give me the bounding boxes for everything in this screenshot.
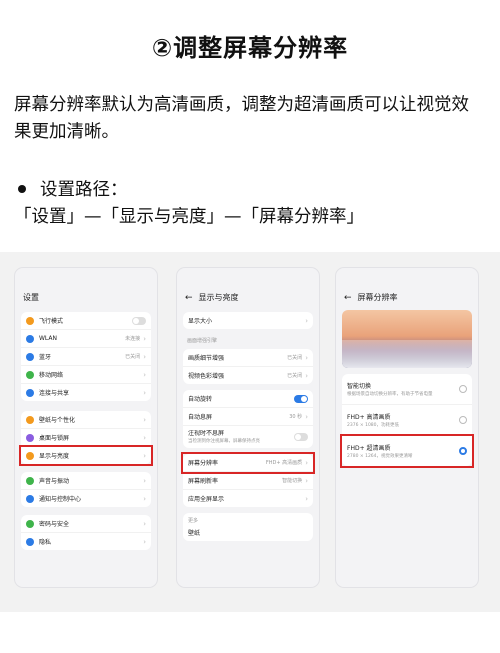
bluetooth-icon bbox=[26, 352, 34, 361]
settings-header: 设置 bbox=[23, 293, 39, 302]
chevron-right-icon: › bbox=[305, 476, 308, 485]
chevron-right-icon: › bbox=[143, 451, 146, 460]
airplane-toggle[interactable] bbox=[132, 316, 146, 325]
option-smart[interactable]: 智能切换 根据场景自动切换分辨率，有助于节省电量 bbox=[342, 374, 472, 405]
bullet-line: 设置路径： bbox=[14, 176, 128, 201]
mobile-network-icon bbox=[26, 370, 34, 379]
chevron-right-icon: › bbox=[143, 388, 146, 397]
auto-rotate-item[interactable]: 自动旋转 bbox=[183, 390, 313, 408]
resolution-options-card: 智能切换 根据场景自动切换分辨率，有助于节省电量 FHD+ 高清画质 2376 × … bbox=[340, 374, 474, 468]
settings-item-security[interactable]: 密码与安全 › bbox=[21, 515, 151, 533]
preview-image bbox=[342, 310, 472, 368]
chevron-right-icon: › bbox=[143, 370, 146, 379]
settings-card-3: 声音与振动 › 通知与控制中心 › bbox=[21, 472, 151, 507]
chevron-right-icon: › bbox=[143, 334, 146, 343]
settings-card-1: 飞行模式 WLAN 未连接 › 蓝牙 已关闭 › 移动网络 › 连接与共享 › bbox=[21, 312, 151, 401]
resolution-item[interactable]: 屏幕分辨率 FHD+ 高清画质 › bbox=[181, 452, 315, 474]
chevron-right-icon: › bbox=[143, 519, 146, 528]
radio-fhd-ultra[interactable] bbox=[459, 447, 467, 455]
share-icon bbox=[26, 388, 34, 397]
lock-icon bbox=[26, 519, 34, 528]
phone-settings: 设置 飞行模式 WLAN 未连接 › 蓝牙 已关闭 › 移动网络 › 连接与共享 › 壁纸与… bbox=[15, 268, 157, 587]
chevron-right-icon: › bbox=[305, 412, 308, 421]
refresh-rate-item[interactable]: 屏幕刷新率 智能切换 › bbox=[183, 472, 313, 490]
chevron-right-icon: › bbox=[305, 458, 308, 467]
privacy-icon bbox=[26, 537, 34, 546]
airplane-icon bbox=[26, 316, 34, 325]
settings-item-wlan[interactable]: WLAN 未连接 › bbox=[21, 330, 151, 348]
settings-item-mobile-network[interactable]: 移动网络 › bbox=[21, 366, 151, 384]
chevron-right-icon: › bbox=[143, 415, 146, 424]
settings-item-notification[interactable]: 通知与控制中心 › bbox=[21, 490, 151, 507]
chevron-right-icon: › bbox=[143, 476, 146, 485]
gaze-toggle[interactable] bbox=[294, 433, 308, 441]
description-paragraph: 屏幕分辨率默认为高清画质，调整为超清画质可以让视觉效果更加清晰。 bbox=[14, 95, 469, 142]
section-label: 画面增强引擎 bbox=[187, 338, 218, 344]
chevron-right-icon: › bbox=[305, 316, 308, 325]
chevron-right-icon: › bbox=[305, 494, 308, 503]
settings-item-connection[interactable]: 连接与共享 › bbox=[21, 384, 151, 401]
back-arrow-icon[interactable]: ← bbox=[185, 293, 193, 303]
auto-rotate-toggle[interactable] bbox=[294, 394, 308, 403]
radio-smart[interactable] bbox=[459, 385, 467, 393]
auto-lock-item[interactable]: 自动息屏 30 秒 › bbox=[183, 408, 313, 426]
wifi-icon bbox=[26, 334, 34, 343]
resolution-header: ← 屏幕分辨率 bbox=[344, 293, 398, 303]
settings-item-wallpaper[interactable]: 壁纸与个性化 › bbox=[21, 411, 151, 429]
option-fhd-high[interactable]: FHD+ 高清画质 2376 × 1080，功耗更低 bbox=[342, 405, 472, 436]
wallpaper-item[interactable]: 壁纸 bbox=[183, 524, 313, 541]
chevron-right-icon: › bbox=[143, 537, 146, 546]
settings-card-4: 密码与安全 › 隐私 › bbox=[21, 515, 151, 550]
display-card-2: 画质细节增强 已关闭 › 视频色彩增强 已关闭 › bbox=[183, 349, 313, 384]
settings-item-sound[interactable]: 声音与振动 › bbox=[21, 472, 151, 490]
gaze-item[interactable]: 注视时不息屏 当检测到你注视屏幕，屏幕保持点亮 bbox=[183, 426, 313, 448]
settings-item-privacy[interactable]: 隐私 › bbox=[21, 533, 151, 550]
display-card-4: 屏幕分辨率 FHD+ 高清画质 › 屏幕刷新率 智能切换 › 应用全屏显示 › bbox=[181, 452, 315, 507]
fullscreen-item[interactable]: 应用全屏显示 › bbox=[183, 490, 313, 507]
chevron-right-icon: › bbox=[305, 371, 308, 380]
settings-path: 「设置」—「显示与亮度」—「屏幕分辨率」 bbox=[14, 207, 364, 227]
settings-card-2: 壁纸与个性化 › 桌面与锁屏 › 显示与亮度 › bbox=[19, 411, 153, 466]
chevron-right-icon: › bbox=[143, 494, 146, 503]
chevron-right-icon: › bbox=[143, 433, 146, 442]
settings-item-bluetooth[interactable]: 蓝牙 已关闭 › bbox=[21, 348, 151, 366]
phone-display: ← 显示与亮度 显示大小 › 画面增强引擎 画质细节增强 已关闭 › 视频色彩增强 已关闭… bbox=[177, 268, 319, 587]
bullet-text: 设置路径： bbox=[40, 180, 128, 200]
settings-item-desktop[interactable]: 桌面与锁屏 › bbox=[21, 429, 151, 447]
page-title: ②调整屏幕分辨率 bbox=[151, 34, 349, 62]
display-header: ← 显示与亮度 bbox=[185, 293, 239, 303]
settings-item-display[interactable]: 显示与亮度 › bbox=[19, 445, 153, 466]
display-card-3: 自动旋转 自动息屏 30 秒 › 注视时不息屏 当检测到你注视屏幕，屏幕保持点亮 bbox=[183, 390, 313, 448]
chevron-right-icon: › bbox=[143, 352, 146, 361]
font-size-item[interactable]: 显示大小 › bbox=[183, 312, 313, 329]
sound-icon bbox=[26, 476, 34, 485]
desktop-icon bbox=[26, 433, 34, 442]
enhance-color-item[interactable]: 视频色彩增强 已关闭 › bbox=[183, 367, 313, 384]
chevron-right-icon: › bbox=[305, 353, 308, 362]
bullet-dot-icon bbox=[18, 184, 26, 193]
settings-item-airplane[interactable]: 飞行模式 bbox=[21, 312, 151, 330]
display-card-1: 显示大小 › bbox=[183, 312, 313, 329]
more-section-label: 更多 bbox=[188, 518, 199, 524]
display-icon bbox=[26, 451, 34, 460]
enhance-detail-item[interactable]: 画质细节增强 已关闭 › bbox=[183, 349, 313, 367]
wallpaper-icon bbox=[26, 415, 34, 424]
radio-fhd-high[interactable] bbox=[459, 416, 467, 424]
option-fhd-ultra[interactable]: FHD+ 超清画质 2780 × 1264，视觉效果更清晰 bbox=[340, 434, 474, 468]
notification-icon bbox=[26, 494, 34, 503]
phone-resolution: ← 屏幕分辨率 智能切换 根据场景自动切换分辨率，有助于节省电量 FHD+ 高清画质… bbox=[336, 268, 478, 587]
back-arrow-icon[interactable]: ← bbox=[344, 293, 352, 303]
display-card-5: 更多 壁纸 bbox=[183, 513, 313, 541]
